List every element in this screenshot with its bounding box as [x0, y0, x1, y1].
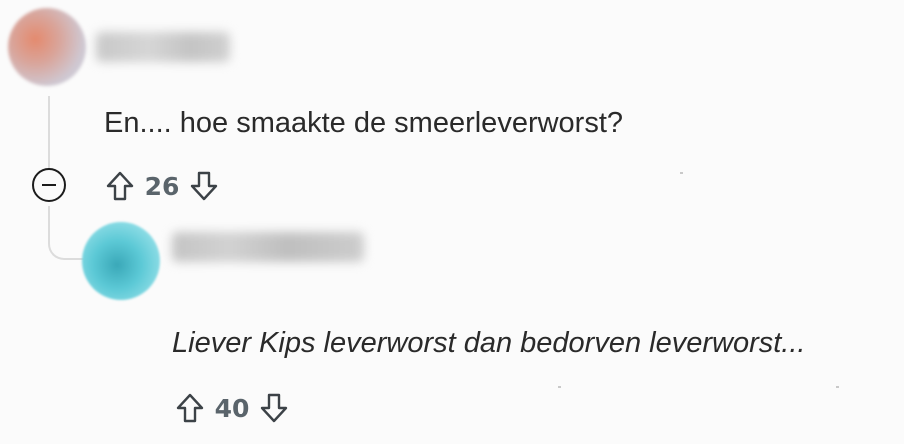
vote-count: 40: [214, 393, 250, 423]
comment-body: En.... hoe smaakte de smeerleverworst?: [104, 107, 624, 139]
upvote-button[interactable]: [172, 390, 208, 426]
username-blurred[interactable]: [96, 32, 230, 62]
arrow-down-outline-icon: [260, 393, 288, 423]
arrow-down-outline-icon: [190, 171, 218, 201]
username-blurred[interactable]: [172, 232, 364, 262]
thread-line[interactable]: [48, 96, 50, 168]
vote-count: 26: [144, 171, 180, 201]
arrow-up-outline-icon: [106, 171, 134, 201]
artifact: [680, 172, 683, 174]
arrow-up-outline-icon: [176, 393, 204, 423]
downvote-button[interactable]: [256, 390, 292, 426]
artifact: [836, 386, 839, 388]
downvote-button[interactable]: [186, 168, 222, 204]
reply-body: Liever Kips leverworst dan bedorven leve…: [172, 327, 806, 359]
reply-vote-bar: 40: [172, 390, 292, 426]
avatar[interactable]: [82, 222, 160, 300]
artifact: [558, 386, 561, 388]
comment-vote-bar: 26: [102, 168, 222, 204]
avatar[interactable]: [8, 8, 86, 86]
collapse-thread-button[interactable]: [32, 168, 66, 202]
comment-thread: En.... hoe smaakte de smeerleverworst? 2…: [0, 0, 904, 444]
thread-connector: [48, 216, 84, 260]
upvote-button[interactable]: [102, 168, 138, 204]
